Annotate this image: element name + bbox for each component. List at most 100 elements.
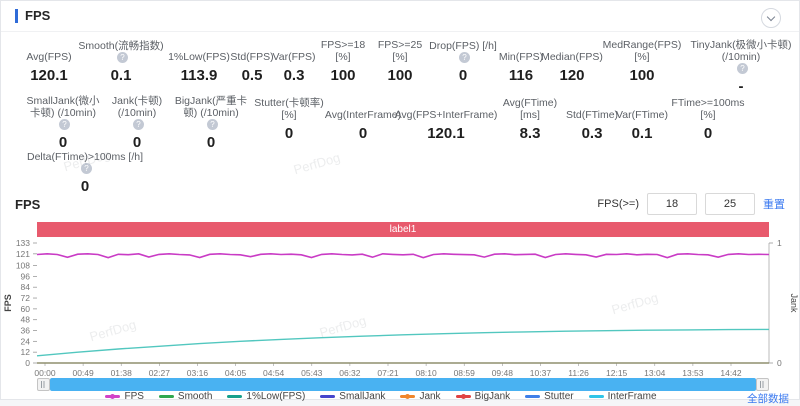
stat-value: 0.1	[632, 125, 653, 142]
help-icon[interactable]: ?	[81, 163, 92, 174]
stat-min-fps: Min(FPS) 116	[497, 39, 545, 95]
legend-item-stutter[interactable]: Stutter	[525, 391, 573, 402]
svg-text:10:37: 10:37	[530, 368, 552, 378]
stat-bigjank-10min: BigJank(严重卡顿) (/10min)?0	[171, 95, 251, 151]
stat-fps-18-%: FPS>=18 [%] 100	[315, 39, 371, 95]
stat-label: Jank(卡顿) (/10min)?	[103, 95, 171, 130]
help-icon[interactable]: ?	[133, 119, 144, 130]
stat-drop-fps-h: Drop(FPS) [/h]?0	[429, 39, 497, 95]
stat-value: 100	[330, 67, 355, 84]
scrollbar-track[interactable]	[50, 378, 756, 391]
svg-text:72: 72	[21, 293, 31, 303]
scrollbar-left-handle[interactable]	[37, 378, 50, 391]
svg-text:13:04: 13:04	[644, 368, 666, 378]
stat-median-fps: Median(FPS)120	[545, 39, 599, 95]
legend-item-smooth[interactable]: Smooth	[159, 391, 212, 402]
svg-text:01:38: 01:38	[111, 368, 133, 378]
svg-text:121: 121	[16, 249, 30, 259]
fps-threshold-controls: FPS(>=) 重置	[597, 193, 785, 215]
svg-text:Jank: Jank	[789, 293, 799, 313]
chart-section-title: FPS	[15, 197, 40, 212]
legend-item-1%low-fps-[interactable]: 1%Low(FPS)	[227, 391, 305, 402]
svg-text:04:54: 04:54	[263, 368, 285, 378]
fps-threshold-input-2[interactable]	[705, 193, 755, 215]
chart-legend: FPS Smooth 1%Low(FPS) SmallJank Jank BigJank S…	[1, 391, 761, 402]
watermark: PerfDog	[292, 150, 342, 178]
stat-value: 116	[509, 67, 533, 84]
stat-label: Var(FTime)	[616, 95, 668, 121]
stat-value: 120	[559, 67, 584, 84]
legend-label: InterFrame	[608, 391, 657, 402]
legend-item-bigjank[interactable]: BigJank	[456, 391, 511, 402]
help-icon[interactable]: ?	[737, 63, 748, 74]
legend-label: SmallJank	[339, 391, 385, 402]
stat-smooth: Smooth(流畅指数)?0.1	[75, 39, 167, 95]
legend-item-interframe[interactable]: InterFrame	[589, 391, 657, 402]
collapse-button[interactable]	[761, 8, 781, 28]
svg-text:96: 96	[21, 271, 31, 281]
stat-label: FPS>=18 [%]	[315, 39, 371, 63]
page-title: FPS	[25, 8, 50, 23]
svg-text:08:59: 08:59	[454, 368, 476, 378]
fps-report-card: FPS Avg(FPS)120.1Smooth(流畅指数)?0.11%Low(F…	[0, 0, 800, 400]
legend-marker	[400, 395, 415, 398]
stat-value: 0	[207, 134, 215, 151]
stat-ftime-100ms-%: FTime>=100ms [%]0	[667, 95, 749, 151]
svg-text:36: 36	[21, 326, 31, 336]
fps-threshold-label: FPS(>=)	[597, 198, 639, 210]
legend-label: Smooth	[178, 391, 212, 402]
stat-jank-10min: Jank(卡顿) (/10min)?0	[103, 95, 171, 151]
stat-avg-fps: Avg(FPS)120.1	[23, 39, 75, 95]
help-icon[interactable]: ?	[117, 52, 128, 63]
stat-value: 0.5	[242, 67, 263, 84]
stat-value: 120.1	[427, 125, 465, 142]
legend-marker	[227, 395, 242, 398]
stat-avg-interframe: Avg(InterFrame)0	[327, 95, 399, 151]
fps-line-chart[interactable]: 012243648607284961081211330100:0000:4901…	[1, 239, 800, 379]
stat-value: 0.3	[582, 125, 603, 142]
stat-value: 0	[59, 134, 67, 151]
series-interframe	[37, 329, 769, 355]
stat-label: Delta(FTime)>100ms [/h]?	[23, 151, 147, 174]
legend-marker	[159, 395, 174, 398]
help-icon[interactable]: ?	[59, 119, 70, 130]
stat-smalljank-10min: SmallJank(微小卡顿) (/10min)?0	[23, 95, 103, 151]
stat-value: 0	[459, 67, 467, 84]
svg-text:08:10: 08:10	[415, 368, 437, 378]
stat-label: Smooth(流畅指数)?	[75, 39, 167, 63]
svg-text:00:00: 00:00	[34, 368, 56, 378]
stat-value: 100	[629, 67, 654, 84]
legend-item-jank[interactable]: Jank	[400, 391, 440, 402]
stats-row-2: SmallJank(微小卡顿) (/10min)?0Jank(卡顿) (/10m…	[23, 95, 749, 151]
stat-value: 113.9	[181, 67, 218, 84]
svg-text:11:26: 11:26	[568, 368, 589, 378]
help-icon[interactable]: ?	[207, 119, 218, 130]
stat-value: 0	[704, 125, 712, 142]
svg-text:108: 108	[16, 261, 30, 271]
legend-item-fps[interactable]: FPS	[105, 391, 143, 402]
svg-text:1: 1	[777, 239, 782, 248]
stat-avg-ftime-ms: Avg(FTime) [ms]8.3	[493, 95, 567, 151]
stats-row-3: Delta(FTime)>100ms [/h]? 0	[23, 151, 147, 195]
reset-link[interactable]: 重置	[763, 196, 785, 212]
grip-icon	[760, 381, 765, 388]
svg-text:09:48: 09:48	[492, 368, 514, 378]
svg-text:0: 0	[25, 358, 30, 368]
stat-avg-fps-interframe: Avg(FPS+InterFrame)120.1	[399, 95, 493, 151]
stat-value: 100	[387, 67, 412, 84]
header-accent-bar	[15, 9, 18, 23]
stat-label: Min(FPS)	[499, 39, 543, 63]
header-divider	[1, 31, 799, 32]
legend-label: Jank	[419, 391, 440, 402]
all-data-link[interactable]: 全部数据	[747, 391, 789, 406]
stat-value: 0	[81, 178, 89, 195]
fps-threshold-input-1[interactable]	[647, 193, 697, 215]
scrollbar-right-handle[interactable]	[756, 378, 769, 391]
grip-icon	[41, 381, 46, 388]
svg-text:24: 24	[21, 336, 31, 346]
card-header: FPS	[15, 8, 50, 23]
legend-item-smalljank[interactable]: SmallJank	[320, 391, 385, 402]
stat-fps-25-%: FPS>=25 [%]100	[371, 39, 429, 95]
help-icon[interactable]: ?	[459, 52, 470, 63]
svg-text:04:05: 04:05	[225, 368, 247, 378]
